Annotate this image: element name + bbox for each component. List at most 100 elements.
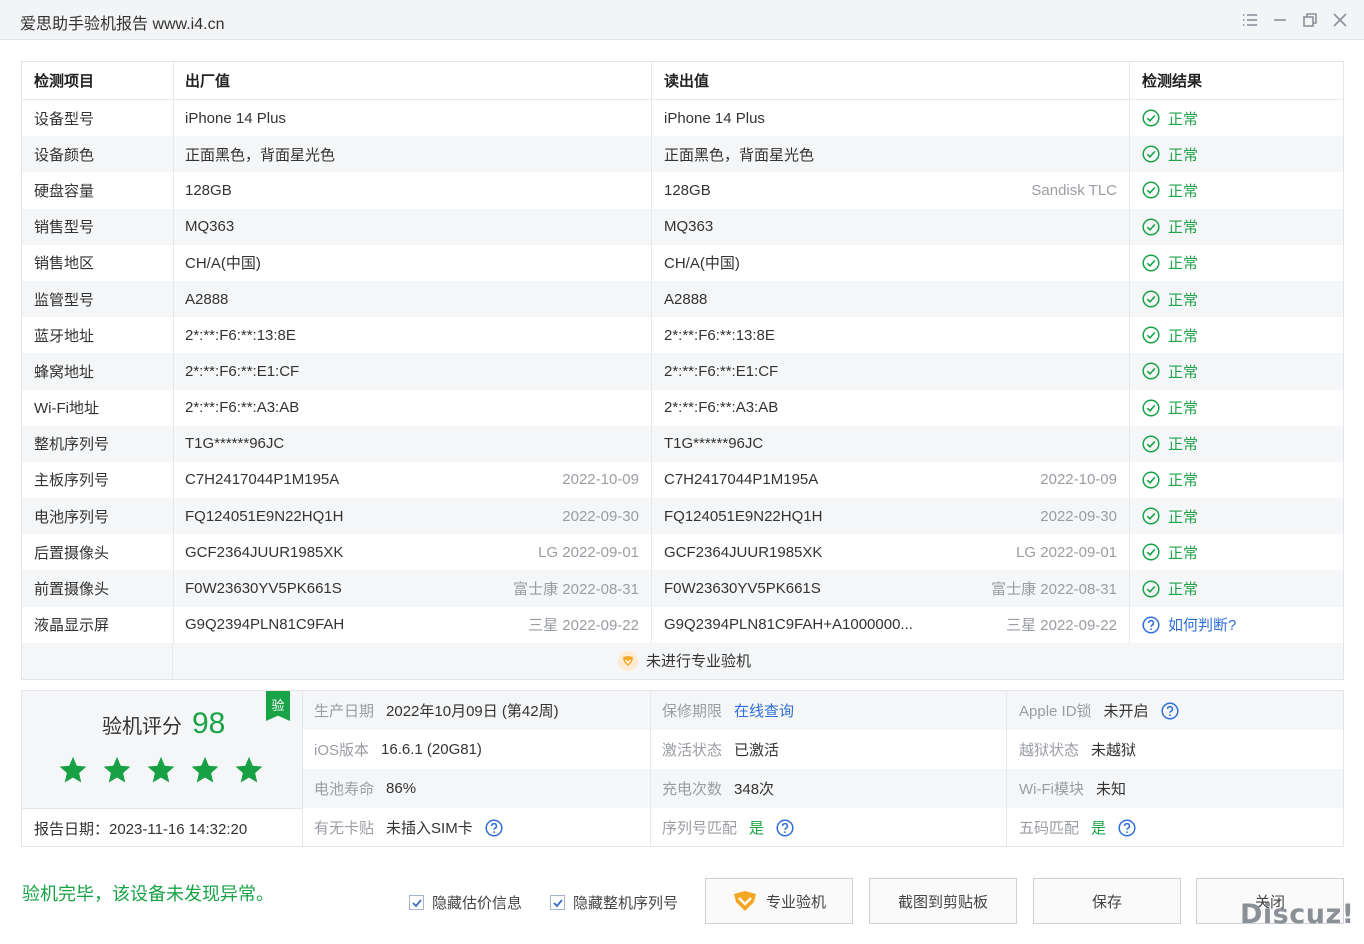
info-cell: 电池寿命 86%: [303, 769, 650, 808]
row-result: 正常: [1129, 208, 1343, 245]
table-header: 检测项目 出厂值 读出值 检测结果: [22, 62, 1343, 100]
table-row: 蓝牙地址 2*:**:F6:**:13:8E 2*:**:F6:**:13:8E 正常: [22, 317, 1343, 354]
row-result: 正常: [1129, 280, 1343, 318]
shield-icon: [618, 650, 638, 671]
row-factory: C7H2417044P1M195A 2022-10-09: [173, 461, 651, 499]
read-sub: Sandisk TLC: [1031, 181, 1117, 199]
table-row: 设备型号 iPhone 14 Plus iPhone 14 Plus 正常: [22, 100, 1343, 137]
pro-shield-icon: [733, 891, 756, 911]
row-factory: GCF2364JUUR1985XK LG 2022-09-01: [173, 534, 651, 571]
row-factory: 2*:**:F6:**:13:8E: [173, 317, 651, 354]
row-result[interactable]: 如何判断?: [1129, 606, 1343, 643]
save-label[interactable]: 保存: [1092, 891, 1122, 912]
restore-icon[interactable]: [1298, 8, 1322, 32]
row-factory: 2*:**:F6:**:E1:CF: [173, 353, 651, 390]
minimize-icon[interactable]: [1268, 8, 1292, 32]
info-label: 序列号匹配: [662, 820, 738, 837]
question-icon[interactable]: [485, 818, 503, 837]
result-text: 正常: [1168, 219, 1199, 237]
checkbox-checked-icon[interactable]: [409, 895, 424, 910]
info-value: 是: [749, 820, 765, 837]
table-row: 销售型号 MQ363 MQ363 正常: [22, 208, 1343, 245]
info-value[interactable]: 在线查询: [734, 700, 794, 721]
info-label: 保修期限: [662, 703, 723, 720]
screenshot-label[interactable]: 截图到剪贴板: [898, 891, 988, 912]
info-value: 是: [1091, 820, 1107, 837]
row-result: 正常: [1129, 534, 1343, 571]
row-factory: 2*:**:F6:**:A3:AB: [173, 389, 651, 426]
header-factory: 出厂值: [173, 62, 651, 99]
table-row: 销售地区 CH/A(中国) CH/A(中国) 正常: [22, 244, 1343, 281]
screenshot-button[interactable]: 截图到剪贴板: [869, 878, 1017, 924]
result-ok: 正常: [1142, 542, 1198, 563]
menu-icon[interactable]: [1238, 8, 1262, 32]
info-value: 2022年10月09日 (第42周): [386, 703, 559, 720]
info-value: 86%: [386, 780, 417, 797]
table-row: 后置摄像头 GCF2364JUUR1985XK LG 2022-09-01 GCF23…: [22, 534, 1343, 571]
pro-check-button[interactable]: 专业验机: [705, 878, 853, 924]
result-ok: 正常: [1142, 289, 1198, 310]
check-table: 检测项目 出厂值 读出值 检测结果 设备型号 iPhone 14 Plus iPho…: [21, 61, 1344, 680]
info-value: 未越狱: [1091, 742, 1137, 759]
row-item: 监管型号: [22, 281, 173, 317]
result-text: 正常: [1168, 182, 1199, 200]
hide-price-label[interactable]: 隐藏估价信息: [432, 892, 522, 913]
item-label: 液晶显示屏: [34, 617, 110, 635]
read-value: 128GB: [664, 181, 711, 199]
hide-serial-checkbox[interactable]: 隐藏整机序列号: [550, 892, 678, 913]
item-label: 设备颜色: [34, 146, 95, 164]
result-text[interactable]: 如何判断?: [1168, 614, 1236, 635]
info-label: 充电次数: [662, 781, 723, 798]
row-result: 正常: [1129, 498, 1343, 535]
row-item: 电池序列号: [22, 498, 173, 534]
row-factory: 正面黑色，背面星光色: [173, 136, 651, 173]
row-factory: A2888: [173, 280, 651, 318]
close-icon[interactable]: [1328, 8, 1352, 32]
row-read: 2*:**:F6:**:A3:AB: [651, 389, 1129, 426]
pro-notice-text: 未进行专业验机: [646, 653, 752, 671]
score-box: 验 验机评分 98: [22, 691, 303, 809]
how-to-judge-link[interactable]: 如何判断?: [1142, 614, 1236, 635]
result-text: 正常: [1168, 508, 1199, 526]
check-circle-icon: [1142, 471, 1160, 489]
question-icon[interactable]: [1118, 818, 1136, 837]
item-label: 前置摄像头: [34, 581, 110, 599]
read-value: A2888: [664, 290, 708, 308]
hide-price-checkbox[interactable]: 隐藏估价信息: [409, 892, 522, 913]
factory-sub: 2022-10-09: [562, 471, 639, 489]
check-circle-icon: [1142, 109, 1160, 127]
info-row: 电池寿命 86% 充电次数 348次 Wi-Fi模块 未知: [303, 769, 1343, 808]
row-factory: MQ363: [173, 208, 651, 245]
question-icon[interactable]: [1142, 616, 1160, 634]
info-cell: 充电次数 348次: [650, 769, 1006, 808]
info-cell: 越狱状态 未越狱: [1006, 730, 1343, 769]
pro-notice-row: 未进行专业验机: [22, 642, 1343, 679]
row-item: 整机序列号: [22, 426, 173, 462]
pro-check-label[interactable]: 专业验机: [766, 891, 826, 912]
info-label: 越狱状态: [1019, 742, 1080, 759]
table-row: 液晶显示屏 G9Q2394PLN81C9FAH 三星 2022-09-22 G9Q23…: [22, 606, 1343, 643]
table-row: 设备颜色 正面黑色，背面星光色 正面黑色，背面星光色 正常: [22, 136, 1343, 173]
info-label: iOS版本: [314, 742, 370, 759]
result-text: 正常: [1168, 146, 1199, 164]
result-text: 正常: [1168, 472, 1199, 490]
table-row: 电池序列号 FQ124051E9N22HQ1H 2022-09-30 FQ124051…: [22, 498, 1343, 535]
header-item: 检测项目: [34, 73, 95, 90]
info-label: 有无卡贴: [314, 820, 375, 837]
hide-serial-label[interactable]: 隐藏整机序列号: [573, 892, 678, 913]
factory-value: T1G******96JC: [185, 435, 285, 453]
table-row: 前置摄像头 F0W23630YV5PK661S 富士康 2022-08-31 F0W2…: [22, 570, 1343, 607]
save-button[interactable]: 保存: [1033, 878, 1181, 924]
checkbox-checked-icon[interactable]: [550, 895, 565, 910]
question-icon[interactable]: [776, 818, 794, 837]
item-label: 整机序列号: [34, 436, 110, 454]
check-circle-icon: [1142, 290, 1160, 308]
question-icon[interactable]: [1161, 701, 1179, 720]
row-result: 正常: [1129, 353, 1343, 390]
result-ok: 正常: [1142, 325, 1198, 346]
row-result: 正常: [1129, 389, 1343, 426]
item-label: Wi-Fi地址: [34, 400, 99, 418]
star-icon: [58, 755, 88, 789]
result-text: 正常: [1168, 255, 1199, 273]
row-read: MQ363: [651, 208, 1129, 245]
